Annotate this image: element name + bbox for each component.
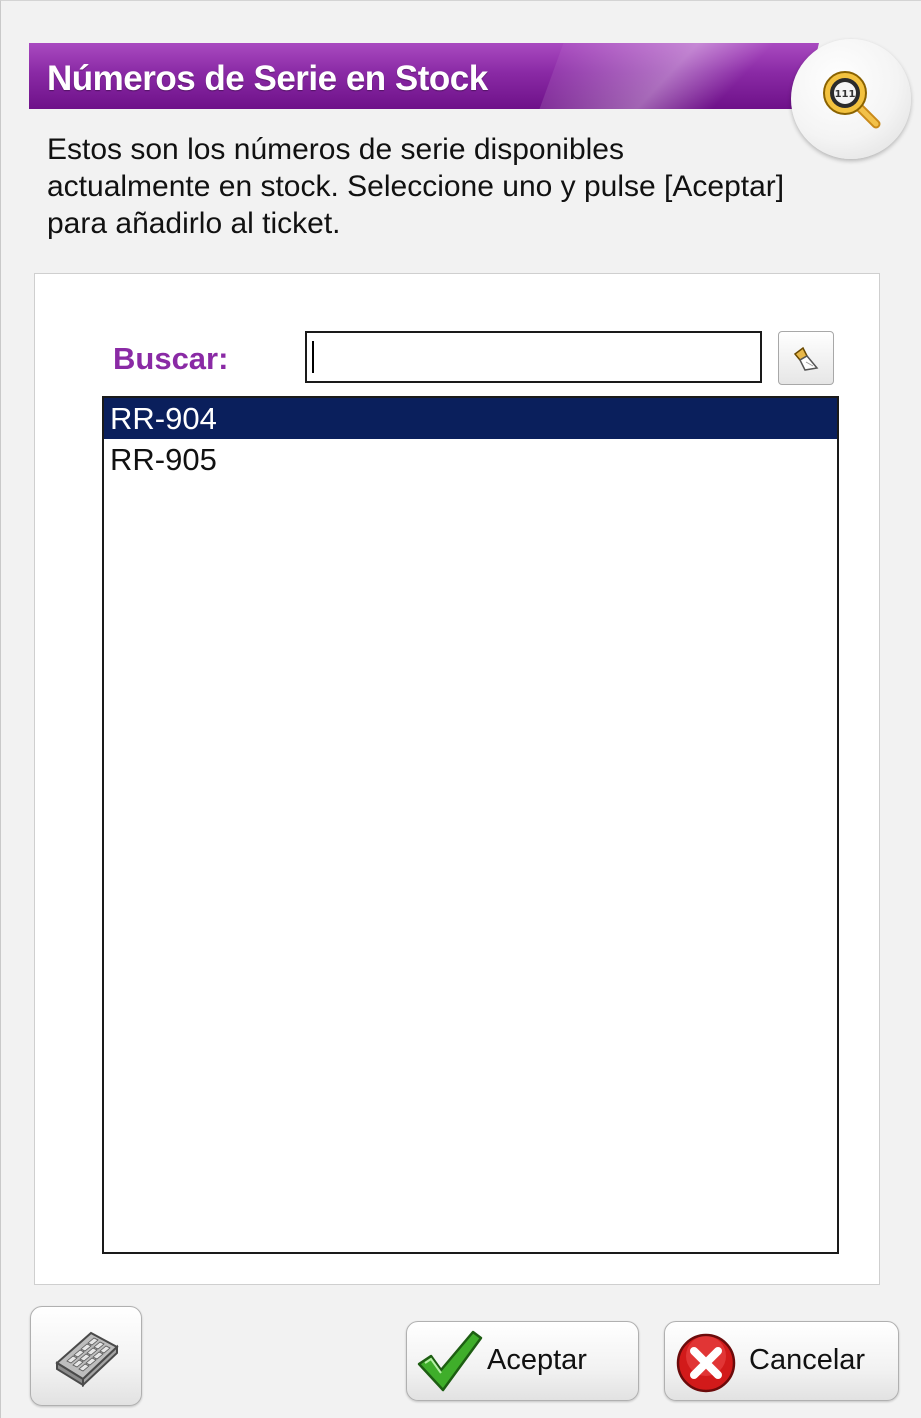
title-banner: Números de Serie en Stock	[29, 43, 819, 109]
cancel-button-label: Cancelar	[749, 1344, 866, 1376]
search-input[interactable]	[305, 331, 762, 383]
text-caret	[312, 341, 314, 373]
serial-search-badge: 111	[791, 39, 911, 159]
ok-button-label: Aceptar	[487, 1344, 587, 1376]
cancel-button[interactable]: Cancelar	[664, 1321, 899, 1401]
list-item[interactable]: RR-905	[104, 439, 837, 480]
dialog-description: Estos son los números de serie disponibl…	[47, 133, 785, 240]
eraser-icon	[793, 346, 819, 371]
ok-button[interactable]: Aceptar	[406, 1321, 639, 1401]
dialog-title: Números de Serie en Stock	[47, 59, 488, 98]
list-item[interactable]: RR-904	[104, 398, 837, 439]
checkmark-icon	[417, 1330, 483, 1392]
svg-text:111: 111	[835, 89, 856, 100]
serial-search-icon: 111	[823, 71, 881, 129]
keyboard-button[interactable]	[30, 1306, 142, 1406]
serial-number-list[interactable]: RR-904 RR-905	[102, 396, 839, 1254]
clear-search-button[interactable]	[778, 331, 834, 385]
keyboard-icon	[55, 1331, 119, 1387]
serial-number-dialog: Números de Serie en Stock 111 Estos son …	[0, 0, 921, 1418]
search-label: Buscar:	[113, 341, 229, 376]
banner-shine	[523, 43, 819, 109]
cancel-x-icon	[676, 1333, 736, 1393]
